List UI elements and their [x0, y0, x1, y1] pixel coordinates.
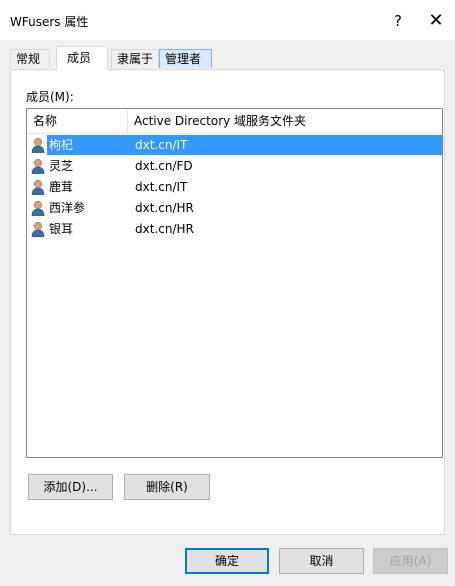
members-list[interactable]: 名称 Active Directory 域服务文件夹 枸杞 dxt.cn/IT … [26, 108, 443, 458]
tab-members[interactable]: 成员 [56, 46, 108, 70]
member-folder: dxt.cn/IT [135, 180, 188, 194]
ok-button[interactable]: 确定 [185, 548, 269, 574]
user-icon [31, 159, 45, 174]
user-icon [31, 180, 45, 195]
member-name: 枸杞 [47, 135, 127, 155]
tab-general[interactable]: 常规 [10, 49, 50, 68]
cancel-button[interactable]: 取消 [279, 548, 364, 574]
column-header-folder[interactable]: Active Directory 域服务文件夹 [128, 109, 428, 133]
remove-button[interactable]: 删除(R) [124, 474, 210, 500]
member-folder: dxt.cn/FD [135, 159, 193, 173]
apply-button[interactable]: 应用(A) [373, 548, 448, 574]
member-folder: dxt.cn/HR [135, 201, 194, 215]
list-header: 名称 Active Directory 域服务文件夹 [27, 109, 442, 134]
column-header-name[interactable]: 名称 [27, 109, 128, 133]
member-folder: dxt.cn/HR [135, 222, 194, 236]
list-item[interactable]: 枸杞 dxt.cn/IT [27, 135, 442, 155]
member-name: 灵芝 [49, 159, 74, 173]
member-name: 鹿茸 [49, 180, 74, 194]
list-item[interactable]: 鹿茸 dxt.cn/IT [27, 177, 442, 197]
tab-member-of[interactable]: 隶属于 [111, 49, 159, 68]
member-name: 银耳 [49, 222, 74, 236]
member-name: 西洋参 [49, 201, 86, 215]
title-bar[interactable]: WFusers 属性 ? ✕ [0, 0, 455, 40]
user-icon [31, 201, 45, 216]
close-button[interactable]: ✕ [418, 8, 454, 34]
members-label: 成员(M): [26, 90, 74, 104]
window-title: WFusers 属性 [10, 15, 89, 29]
list-item[interactable]: 灵芝 dxt.cn/FD [27, 156, 442, 176]
list-item[interactable]: 银耳 dxt.cn/HR [27, 219, 442, 239]
user-icon [31, 222, 45, 237]
add-button[interactable]: 添加(D)... [28, 474, 113, 500]
list-item[interactable]: 西洋参 dxt.cn/HR [27, 198, 442, 218]
help-button[interactable]: ? [380, 8, 416, 34]
user-icon [31, 138, 45, 153]
member-folder: dxt.cn/IT [135, 138, 188, 152]
tab-managed-by[interactable]: 管理者 [159, 49, 212, 68]
